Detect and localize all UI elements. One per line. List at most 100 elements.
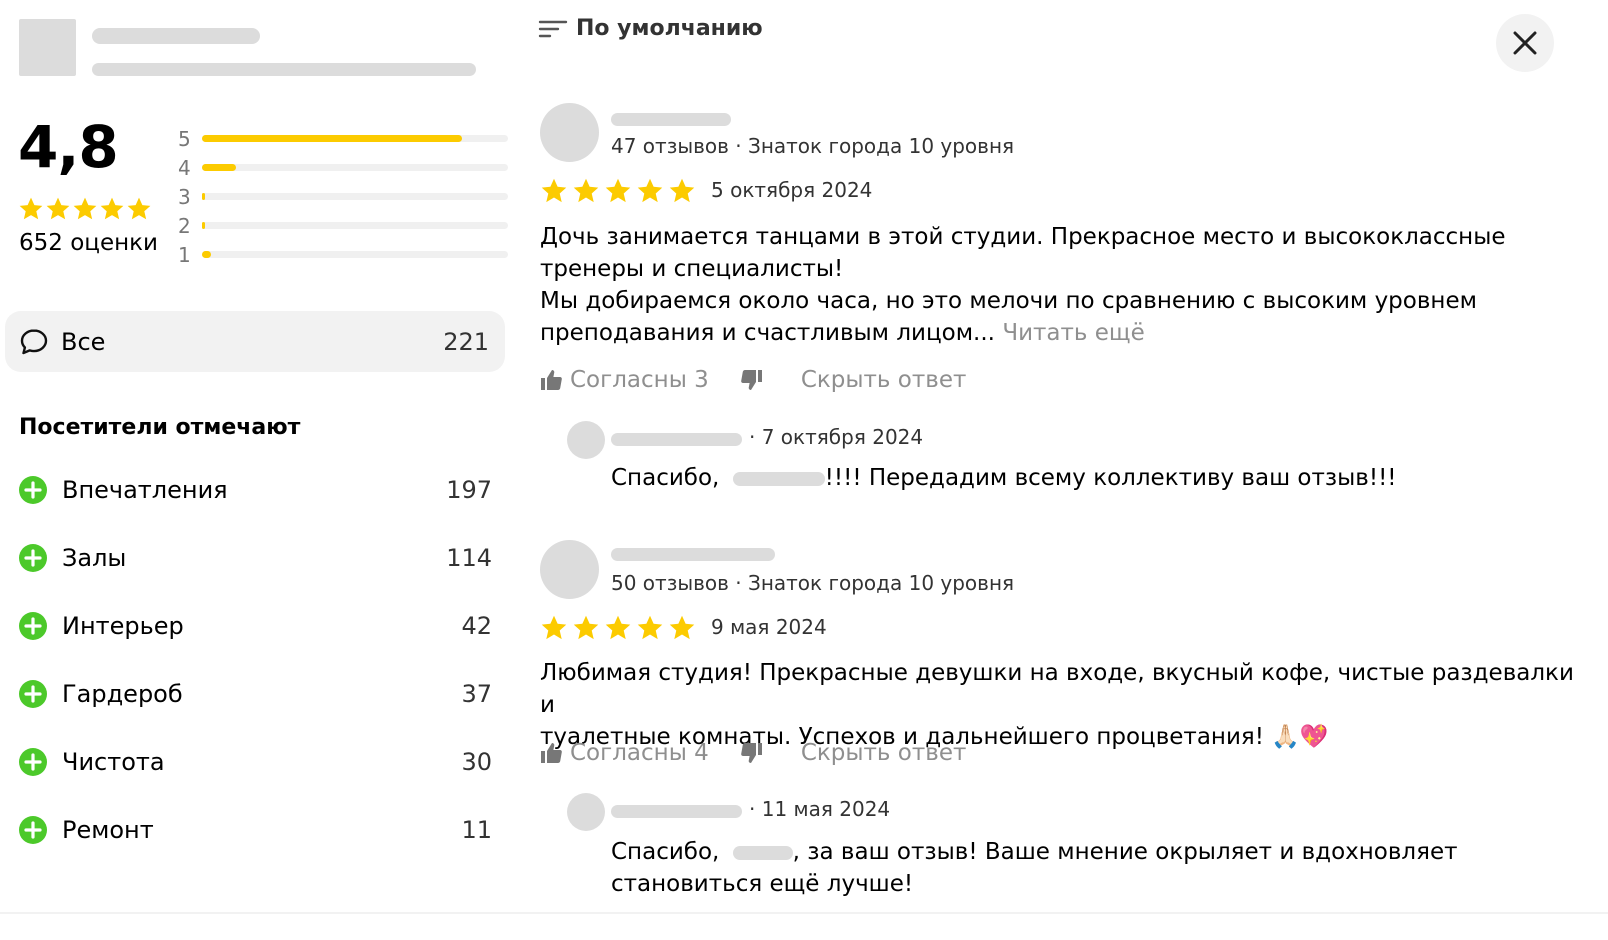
distribution-bar-fill xyxy=(202,222,206,229)
aspects-title: Посетители отмечают xyxy=(19,415,301,440)
review-text: Любимая студия! Прекрасные девушки на вх… xyxy=(540,657,1590,753)
agree-label: Согласны 4 xyxy=(570,740,709,766)
plus-circle-icon xyxy=(19,748,47,776)
aspect-label: Залы xyxy=(62,544,127,572)
organization-address-placeholder xyxy=(92,63,476,76)
aspect-label: Впечатления xyxy=(62,476,228,504)
hide-reply-button[interactable]: Скрыть ответ xyxy=(801,367,967,393)
close-button[interactable] xyxy=(1496,14,1554,72)
review-text-line: Дочь занимается танцами в этой студии. П… xyxy=(540,224,1506,250)
close-icon xyxy=(1513,31,1537,55)
reply-date: · 11 мая 2024 xyxy=(749,797,891,821)
distribution-star-label: 4 xyxy=(178,155,191,180)
aspect-interior[interactable]: Интерьер 42 xyxy=(18,606,492,646)
reviewer-name-placeholder[interactable] xyxy=(611,548,775,561)
reply-text: Спасибо, , за ваш отзыв! Ваше мнение окр… xyxy=(611,836,1561,900)
hide-reply-button[interactable]: Скрыть ответ xyxy=(801,740,967,766)
review-text-line: Мы добираемся около часа, но это мелочи … xyxy=(540,288,1477,314)
review-text-line: преподавания и счастливым лицом... Читат… xyxy=(540,317,1560,349)
distribution-bar-track xyxy=(202,193,508,200)
aspect-halls[interactable]: Залы 114 xyxy=(18,538,492,578)
rating-count: 652 оценки xyxy=(19,230,158,256)
like-button[interactable]: Согласны 3 xyxy=(540,367,709,393)
thumbs-up-icon xyxy=(541,370,562,390)
distribution-bar-fill xyxy=(202,164,236,171)
aspect-count: 42 xyxy=(461,612,492,640)
reply-text-line: становиться ещё лучше! xyxy=(611,871,914,897)
reply-date: · 7 октября 2024 xyxy=(749,425,924,449)
reviewer-avatar[interactable] xyxy=(540,103,599,162)
aspect-count: 11 xyxy=(461,816,492,844)
distribution-star-label: 1 xyxy=(178,242,191,267)
rating-distribution-row-4: 4 xyxy=(178,153,508,182)
aspect-renovation[interactable]: Ремонт 11 xyxy=(18,810,492,850)
star-icon xyxy=(100,197,124,220)
aspect-cleanliness[interactable]: Чистота 30 xyxy=(18,742,492,782)
reviewer-name-placeholder[interactable] xyxy=(611,113,731,126)
thumbs-up-icon xyxy=(541,743,562,763)
review-stars xyxy=(540,614,696,642)
review-text-line: Любимая студия! Прекрасные девушки на вх… xyxy=(540,660,1574,718)
read-more-link[interactable]: Читать ещё xyxy=(1002,320,1144,346)
aspect-count: 114 xyxy=(446,544,492,572)
dislike-button[interactable] xyxy=(740,369,763,391)
reviewer-avatar[interactable] xyxy=(540,540,599,599)
company-avatar xyxy=(567,421,605,459)
star-icon xyxy=(541,615,567,640)
star-icon xyxy=(73,197,97,220)
plus-circle-icon xyxy=(19,612,47,640)
distribution-bar-fill xyxy=(202,135,463,142)
review-date: 5 октября 2024 xyxy=(711,178,873,202)
distribution-bar-track xyxy=(202,135,508,142)
reply-text: Спасибо, !!!! Передадим всему коллективу… xyxy=(611,462,1561,494)
review-actions: Согласны 4 Скрыть ответ xyxy=(540,740,966,766)
distribution-star-label: 3 xyxy=(178,184,191,209)
review-text-fragment: преподавания и счастливым лицом... xyxy=(540,320,995,346)
agree-label: Согласны 3 xyxy=(570,367,709,393)
sort-label: По умолчанию xyxy=(576,16,763,41)
distribution-bar-track xyxy=(202,164,508,171)
bottom-divider xyxy=(0,912,1608,914)
star-icon xyxy=(573,178,599,203)
aspect-impressions[interactable]: Впечатления 197 xyxy=(18,470,492,510)
sort-button[interactable]: По умолчанию xyxy=(538,16,763,41)
aspect-count: 30 xyxy=(461,748,492,776)
star-icon xyxy=(605,615,631,640)
distribution-bar-fill xyxy=(202,193,206,200)
thumbs-down-icon xyxy=(740,370,762,390)
sort-lines-icon xyxy=(538,20,568,37)
filter-all-count: 221 xyxy=(443,327,489,356)
review-actions: Согласны 3 Скрыть ответ xyxy=(540,367,966,393)
plus-circle-icon xyxy=(19,544,47,572)
plus-circle-icon xyxy=(19,680,47,708)
dislike-button[interactable] xyxy=(740,742,763,764)
distribution-bar-fill xyxy=(202,251,212,258)
customer-name-placeholder xyxy=(732,845,793,860)
rating-distribution-row-2: 2 xyxy=(178,211,508,240)
reply-text-end: !!!! Передадим всему коллективу ваш отзы… xyxy=(824,465,1397,491)
review-text: Дочь занимается танцами в этой студии. П… xyxy=(540,221,1560,349)
review-date: 9 мая 2024 xyxy=(711,615,827,639)
filter-all-reviews-button[interactable]: Все 221 xyxy=(5,311,505,372)
organization-logo-placeholder xyxy=(19,19,76,76)
like-button[interactable]: Согласны 4 xyxy=(540,740,709,766)
rating-distribution-row-5: 5 xyxy=(178,124,508,153)
star-icon xyxy=(669,178,695,203)
comment-icon xyxy=(20,328,48,354)
plus-circle-icon xyxy=(19,816,47,844)
reply-text-start: Спасибо, xyxy=(611,839,720,865)
aspect-label: Чистота xyxy=(62,748,165,776)
company-name-placeholder xyxy=(611,433,742,446)
star-icon xyxy=(637,178,663,203)
star-icon xyxy=(573,615,599,640)
aspect-cloakroom[interactable]: Гардероб 37 xyxy=(18,674,492,714)
company-name-placeholder xyxy=(611,805,742,818)
star-icon xyxy=(127,197,151,220)
distribution-bar-track xyxy=(202,251,508,258)
star-icon xyxy=(46,197,70,220)
aspect-label: Гардероб xyxy=(62,680,183,708)
star-icon xyxy=(19,197,43,220)
star-icon xyxy=(541,178,567,203)
average-rating: 4,8 xyxy=(18,113,119,181)
distribution-star-label: 2 xyxy=(178,213,191,238)
